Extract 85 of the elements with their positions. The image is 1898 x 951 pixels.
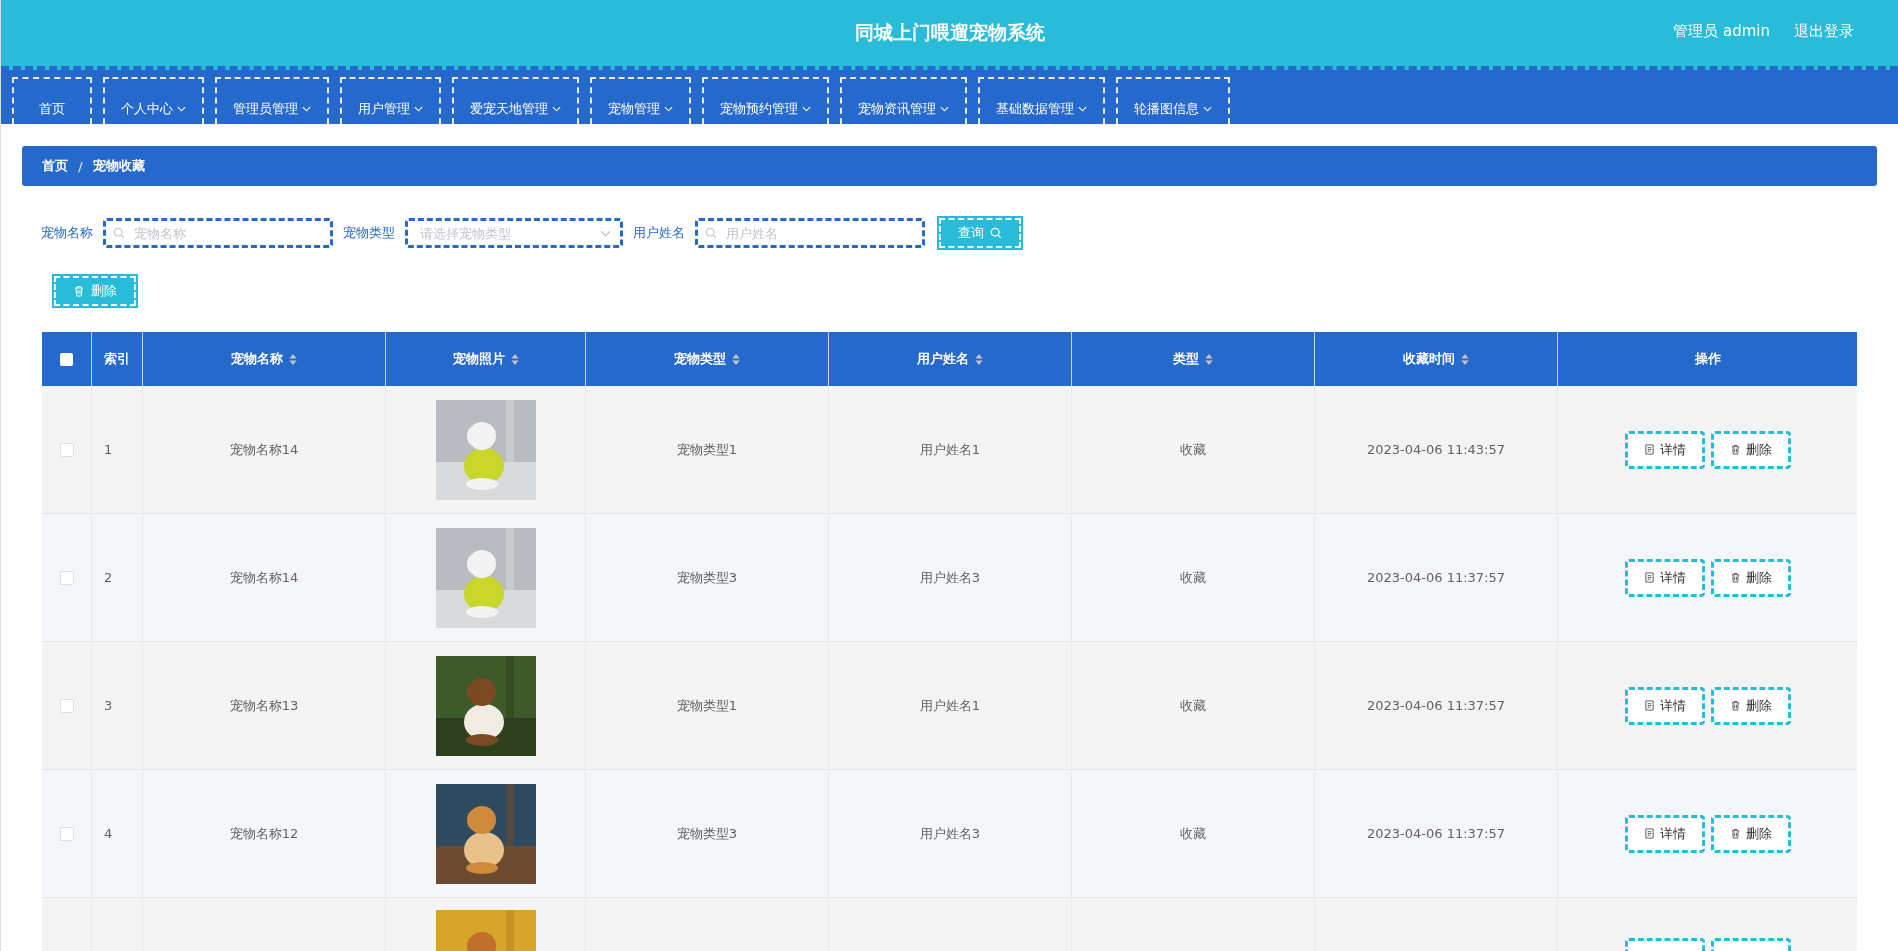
details-button[interactable]: 详情 (1625, 814, 1705, 853)
search-field[interactable]: 宠物名称 (103, 218, 333, 248)
table-cell: 收藏 (1180, 568, 1206, 587)
table-cell: 1 (104, 442, 113, 457)
search-icon (990, 227, 1002, 239)
table-cell: 收藏 (1180, 696, 1206, 715)
field-label: 宠物类型 (343, 224, 395, 242)
table-cell: 宠物名称13 (229, 696, 299, 715)
nav-tab[interactable]: 用户管理 (340, 77, 441, 124)
table-cell: 用户姓名1 (919, 696, 981, 715)
delete-button[interactable]: 删除 (1711, 686, 1791, 725)
table-cell: 宠物名称14 (229, 568, 299, 587)
table-cell: 2023-04-06 11:37:57 (1366, 698, 1506, 713)
table-cell: 4 (104, 826, 113, 841)
delete-button[interactable]: 删除 (1711, 558, 1791, 597)
breadcrumb-link[interactable]: 宠物收藏 (92, 157, 145, 175)
row-checkbox[interactable] (59, 570, 74, 585)
column-header: 用户姓名 (917, 350, 969, 368)
row-checkbox[interactable] (59, 442, 74, 457)
table-cell: 宠物类型1 (676, 440, 738, 459)
table-cell: 2 (104, 570, 113, 585)
search-icon (113, 227, 125, 239)
select-all-checkbox[interactable] (60, 352, 73, 366)
table-cell: 宠物名称14 (229, 440, 299, 459)
select-field[interactable]: 请选择宠物类型 (405, 218, 623, 248)
document-icon (1644, 828, 1655, 839)
trash-icon (1730, 700, 1741, 711)
search-icon (705, 227, 717, 239)
field-label: 宠物名称 (41, 224, 93, 242)
sort-icon[interactable] (975, 353, 983, 365)
table-cell: 2023-04-06 11:43:57 (1366, 442, 1506, 457)
trash-icon (1730, 444, 1741, 455)
document-icon (1644, 700, 1655, 711)
sort-icon[interactable] (510, 353, 519, 365)
trash-icon (1730, 572, 1741, 583)
table-cell: 宠物类型1 (676, 696, 738, 715)
column-header: 收藏时间 (1403, 350, 1455, 368)
column-header: 操作 (1695, 350, 1721, 368)
sort-icon[interactable] (289, 353, 297, 365)
table-cell: 宠物名称12 (229, 824, 299, 843)
details-button[interactable]: 详情 (1625, 558, 1705, 597)
column-header: 宠物照片 (452, 350, 505, 368)
table-cell: 收藏 (1180, 440, 1206, 459)
table-cell: 3 (104, 698, 113, 713)
sort-icon[interactable] (1205, 353, 1213, 365)
nav-tab[interactable]: 轮播图信息 (1116, 77, 1230, 124)
table-cell: 收藏 (1180, 824, 1206, 843)
nav-tab[interactable]: 宠物管理 (590, 77, 691, 124)
delete-button[interactable]: 删除 (1711, 430, 1791, 469)
nav-tab[interactable]: 个人中心 (103, 77, 204, 124)
details-button[interactable]: 详情 (1625, 686, 1705, 725)
nav-tab[interactable]: 基础数据管理 (978, 77, 1105, 124)
column-header: 类型 (1173, 350, 1199, 368)
search-field[interactable]: 用户姓名 (695, 218, 925, 248)
column-header: 宠物名称 (231, 350, 283, 368)
trash-icon (1730, 828, 1741, 839)
table-cell: 用户姓名3 (919, 568, 981, 587)
row-checkbox[interactable] (59, 698, 74, 713)
app-title: 同城上门喂遛宠物系统 (854, 20, 1045, 45)
nav-tab[interactable]: 爱宠天地管理 (452, 77, 579, 124)
breadcrumb-link[interactable]: 首页 (42, 157, 68, 175)
nav-tab[interactable]: 宠物资讯管理 (840, 77, 967, 124)
row-checkbox[interactable] (59, 826, 74, 841)
document-icon (1644, 444, 1655, 455)
table-cell: 用户姓名3 (919, 824, 981, 843)
table-cell: 用户姓名1 (919, 440, 981, 459)
nav-tab[interactable]: 宠物预约管理 (702, 77, 829, 124)
table-cell: 宠物类型3 (676, 568, 738, 587)
field-label: 用户姓名 (633, 224, 685, 242)
delete-button[interactable]: 删除 (1711, 814, 1791, 853)
column-header: 索引 (104, 350, 130, 368)
user-label: 管理员 admin (1673, 22, 1770, 41)
sort-icon[interactable] (732, 353, 740, 365)
details-button[interactable]: 详情 (1625, 430, 1705, 469)
table-cell: 宠物类型3 (676, 824, 738, 843)
column-header: 宠物类型 (674, 350, 726, 368)
document-icon (1644, 572, 1655, 583)
breadcrumb-separator: / (78, 158, 83, 174)
table-cell: 2023-04-06 11:37:57 (1366, 570, 1506, 585)
nav-tab[interactable]: 首页 (12, 77, 92, 124)
nav-tab[interactable]: 管理员管理 (215, 77, 329, 124)
table-cell: 2023-04-06 11:37:57 (1366, 826, 1506, 841)
sort-icon[interactable] (1461, 353, 1469, 365)
chevron-icon (600, 230, 611, 237)
trash-icon (73, 285, 85, 297)
